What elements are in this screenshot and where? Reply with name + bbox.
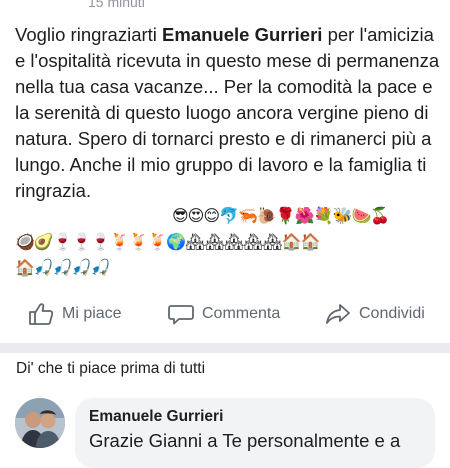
post-text-start: Voglio ringraziarti — [15, 24, 163, 45]
comment-text: Grazie Gianni a Te personalmente e a — [89, 430, 401, 451]
share-label: Condividi — [359, 305, 425, 322]
post-timestamp[interactable]: 15 minuti — [88, 0, 145, 10]
emoji-line-3: 🏠🎣🎣🎣🎣 — [15, 258, 111, 277]
comment-bubble-icon — [168, 302, 194, 326]
like-label: Mi piace — [62, 305, 122, 322]
thumbs-up-icon — [28, 302, 54, 326]
share-arrow-icon — [325, 302, 351, 326]
comment-button[interactable]: Commenta — [168, 302, 280, 326]
like-button[interactable]: Mi piace — [28, 302, 122, 326]
section-divider — [0, 343, 450, 353]
comment-author[interactable]: Emanuele Gurrieri — [89, 408, 223, 426]
commenter-avatar[interactable] — [15, 398, 65, 448]
mentioned-user-link[interactable]: Emanuele Gurrieri — [162, 24, 322, 45]
post-text-end: per l'amicizia e l'ospitalità ricevuta i… — [15, 24, 440, 201]
comment-label: Commenta — [202, 305, 281, 322]
emoji-line-1: 😎😍😊🐬🦐🐌🌹🌺💐🐝🍉🍒 — [172, 206, 390, 225]
share-button[interactable]: Condividi — [325, 302, 425, 326]
post-actions-bar: Mi piace Commenta Condividi — [0, 294, 450, 334]
post-text: Voglio ringraziarti Emanuele Gurrieri pe… — [15, 22, 440, 204]
first-like-prompt: Di' che ti piace prima di tutti — [16, 360, 206, 377]
emoji-line-2: 🥥🥑🍷🍷🍷🍹🍹🍹🌍🏘🏘🏘🏘🏘🏠🏠 — [15, 232, 321, 251]
